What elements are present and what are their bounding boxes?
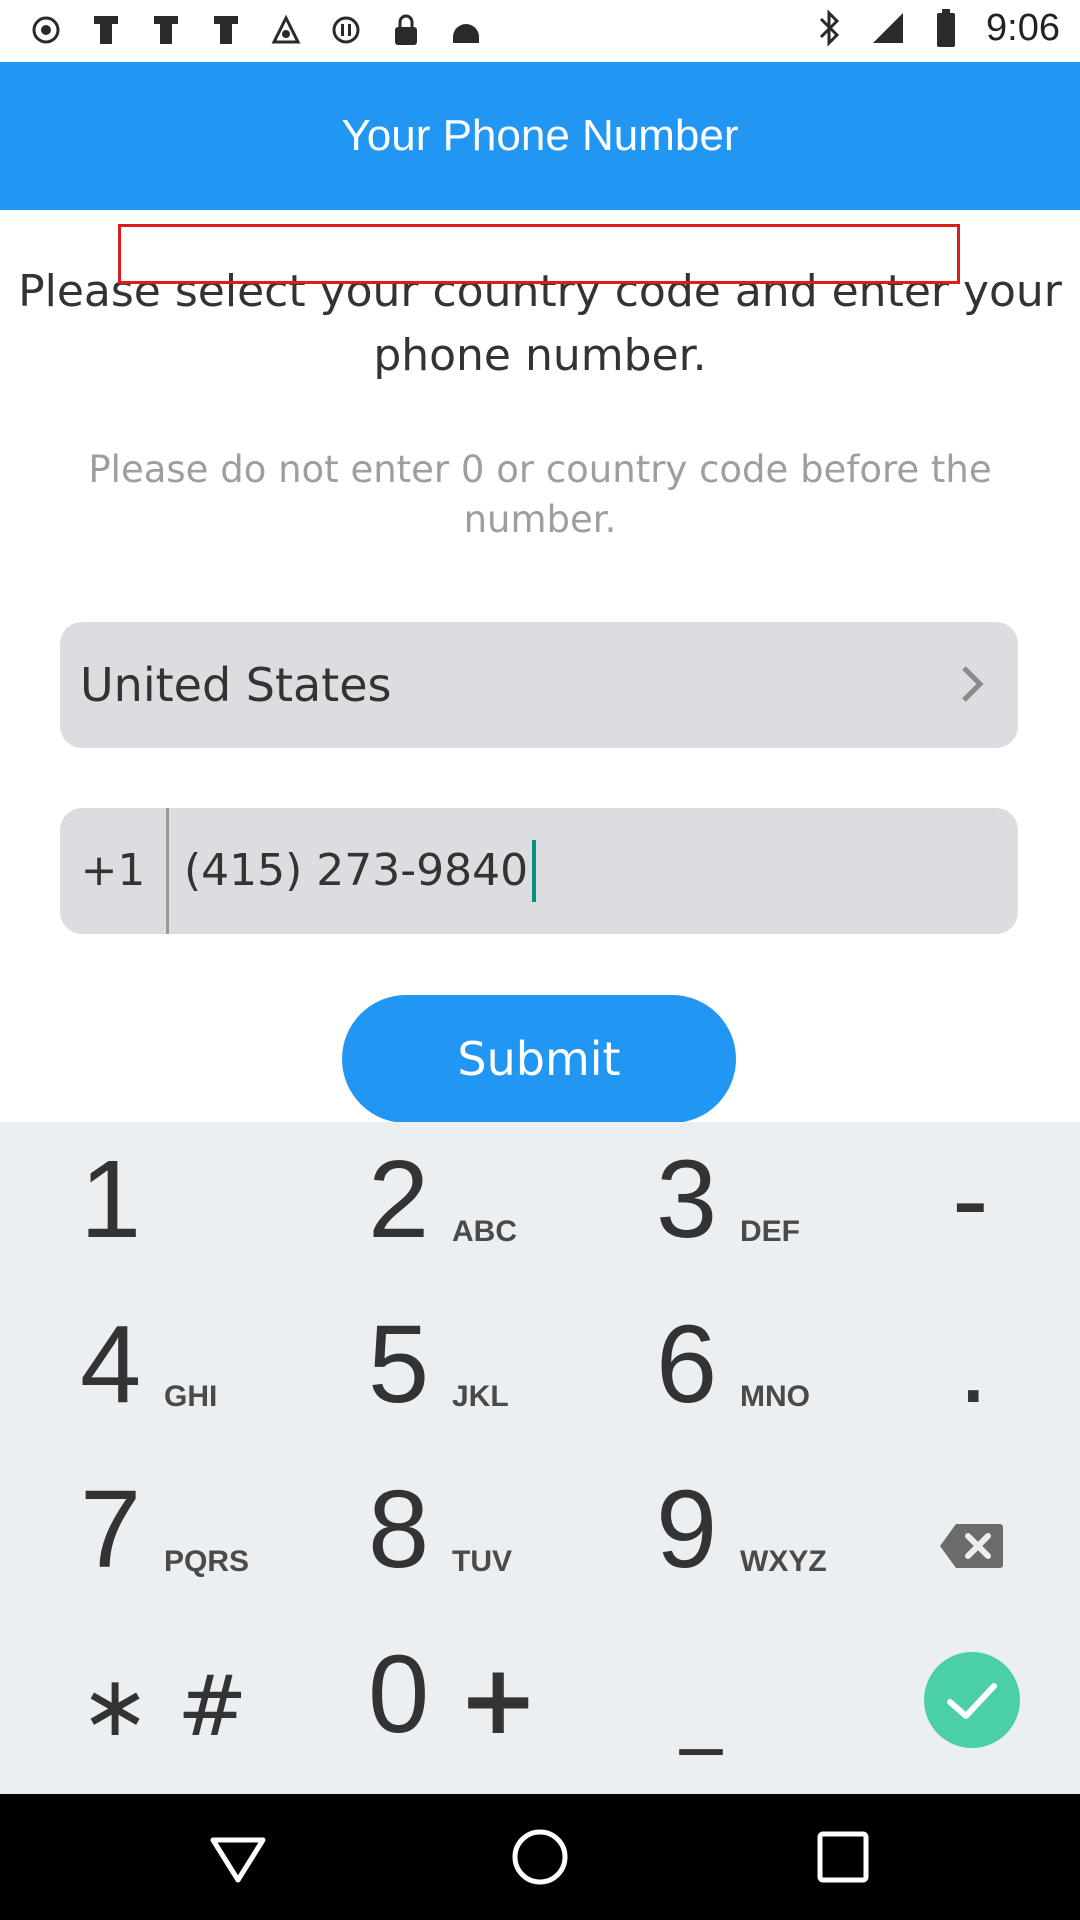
key-6[interactable]: 6 MNO bbox=[656, 1287, 876, 1452]
key-dash[interactable]: - bbox=[952, 1122, 1032, 1287]
country-selector[interactable]: United States bbox=[60, 622, 1018, 748]
phone-number-input[interactable]: (415) 273-9840 bbox=[184, 808, 537, 934]
main-content: Please select your country code and ente… bbox=[0, 210, 1080, 1123]
key-digit: 5 bbox=[368, 1303, 430, 1426]
key-digit: - bbox=[952, 1138, 989, 1261]
key-plus[interactable]: + bbox=[458, 1617, 538, 1782]
notification-icon bbox=[148, 8, 184, 52]
note-text: Please do not enter 0 or country code be… bbox=[88, 448, 992, 541]
key-digit: 3 bbox=[656, 1138, 718, 1261]
key-letters: MNO bbox=[740, 1380, 810, 1413]
back-icon[interactable] bbox=[205, 1824, 271, 1890]
key-symbol: + bbox=[458, 1644, 539, 1756]
key-0[interactable]: 0 bbox=[368, 1617, 468, 1782]
key-1[interactable]: 1 bbox=[80, 1122, 280, 1287]
home-icon[interactable] bbox=[507, 1824, 573, 1890]
key-8[interactable]: 8 TUV bbox=[368, 1452, 588, 1617]
highlight-box bbox=[118, 224, 960, 284]
record-icon bbox=[28, 8, 64, 52]
recents-icon[interactable] bbox=[810, 1824, 876, 1890]
status-time: 9:06 bbox=[986, 6, 1060, 49]
country-name: United States bbox=[80, 658, 392, 712]
key-digit: 4 bbox=[80, 1303, 142, 1426]
key-digit: . bbox=[958, 1303, 989, 1426]
key-digit: 6 bbox=[656, 1303, 718, 1426]
notification-icon bbox=[88, 8, 124, 52]
page-title: Your Phone Number bbox=[341, 111, 739, 160]
key-digit: 7 bbox=[80, 1468, 142, 1591]
code-divider bbox=[166, 808, 169, 934]
key-letters: PQRS bbox=[164, 1545, 250, 1578]
signal-icon bbox=[870, 6, 906, 50]
confirm-button[interactable] bbox=[924, 1652, 1020, 1748]
app-header: Your Phone Number bbox=[0, 62, 1080, 210]
notification-icon bbox=[208, 8, 244, 52]
submit-button[interactable]: Submit bbox=[342, 995, 736, 1123]
key-symbol: ∗ # bbox=[80, 1657, 248, 1755]
key-digit: 1 bbox=[80, 1138, 142, 1261]
country-code[interactable]: +1 bbox=[60, 808, 166, 934]
backspace-icon bbox=[940, 1524, 1003, 1568]
chevron-right-icon bbox=[952, 664, 992, 704]
key-2[interactable]: 2 ABC bbox=[368, 1122, 588, 1287]
text-cursor bbox=[532, 840, 537, 902]
status-bar-right-icons: 9:06 bbox=[812, 6, 1060, 50]
key-symbol: _ bbox=[680, 1657, 722, 1755]
android-icon bbox=[448, 8, 484, 52]
phone-number-value: (415) 273-9840 bbox=[184, 845, 529, 896]
numeric-keypad: 1 2 ABC 3 DEF - 4 GHI 5 JKL 6 MNO . 7 PQ… bbox=[0, 1122, 1080, 1794]
key-letters: DEF bbox=[740, 1215, 800, 1248]
key-letters: JKL bbox=[452, 1380, 509, 1413]
key-digit: 8 bbox=[368, 1468, 430, 1591]
navigation-bar bbox=[0, 1794, 1080, 1920]
lock-icon bbox=[388, 8, 424, 52]
key-5[interactable]: 5 JKL bbox=[368, 1287, 588, 1452]
backspace-key[interactable] bbox=[938, 1522, 1006, 1574]
fake-gps-icon bbox=[268, 8, 304, 52]
key-letters: GHI bbox=[164, 1380, 218, 1413]
checkmark-icon bbox=[947, 1683, 997, 1719]
key-digit: 2 bbox=[368, 1138, 430, 1261]
battery-icon bbox=[928, 6, 964, 50]
bluetooth-icon bbox=[812, 6, 848, 50]
key-star-hash[interactable]: ∗ # bbox=[80, 1617, 300, 1782]
key-9[interactable]: 9 WXYZ bbox=[656, 1452, 876, 1617]
key-7[interactable]: 7 PQRS bbox=[80, 1452, 300, 1617]
key-3[interactable]: 3 DEF bbox=[656, 1122, 876, 1287]
phone-input-row: +1 (415) 273-9840 bbox=[60, 808, 1018, 934]
key-digit: 9 bbox=[656, 1468, 718, 1591]
key-letters: ABC bbox=[452, 1215, 517, 1248]
key-space[interactable]: _ bbox=[680, 1617, 760, 1782]
pause-icon bbox=[328, 8, 364, 52]
key-dot[interactable]: . bbox=[958, 1287, 1038, 1452]
key-digit: 0 bbox=[368, 1633, 430, 1756]
key-letters: WXYZ bbox=[740, 1545, 827, 1578]
key-letters: TUV bbox=[452, 1545, 512, 1578]
status-bar: 9:06 bbox=[0, 0, 1080, 62]
status-bar-left-icons bbox=[28, 8, 484, 52]
key-4[interactable]: 4 GHI bbox=[80, 1287, 300, 1452]
